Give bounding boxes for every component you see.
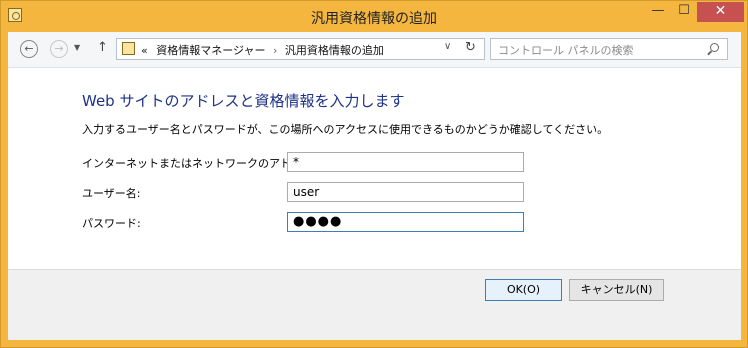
search-icon[interactable] — [710, 43, 719, 52]
address-bar[interactable]: « 資格情報マネージャー › 汎用資格情報の追加 ∨ ↻ — [116, 38, 485, 60]
recent-locations-dropdown[interactable]: ▼ — [74, 43, 80, 52]
navigation-bar: ← → ▼ ↑ « 資格情報マネージャー › 汎用資格情報の追加 ∨ ↻ コント… — [8, 32, 741, 68]
username-input[interactable]: user — [287, 182, 524, 202]
ok-button[interactable]: OK(O) — [485, 279, 562, 301]
forward-button[interactable]: → — [50, 40, 68, 58]
search-placeholder: コントロール パネルの検索 — [498, 44, 634, 57]
address-input[interactable]: * — [287, 152, 524, 172]
breadcrumb: « 資格情報マネージャー › 汎用資格情報の追加 — [141, 42, 384, 58]
password-input[interactable]: ●●●● — [287, 212, 524, 232]
page-heading: Web サイトのアドレスと資格情報を入力します — [82, 92, 405, 110]
back-button[interactable]: ← — [20, 40, 38, 58]
refresh-icon[interactable]: ↻ — [465, 40, 476, 55]
breadcrumb-overflow[interactable]: « — [141, 44, 148, 57]
search-box[interactable]: コントロール パネルの検索 — [490, 38, 728, 60]
cancel-button[interactable]: キャンセル(N) — [569, 279, 664, 301]
dialog-window: 汎用資格情報の追加 — ☐ ✕ ← → ▼ ↑ « 資格情報マネージャー › 汎… — [0, 0, 748, 348]
breadcrumb-add-generic-credential[interactable]: 汎用資格情報の追加 — [285, 44, 384, 57]
username-label: ユーザー名: — [82, 187, 141, 200]
up-button[interactable]: ↑ — [97, 40, 108, 55]
breadcrumb-separator[interactable]: › — [273, 44, 277, 57]
close-button[interactable]: ✕ — [697, 2, 744, 22]
page-description: 入力するユーザー名とパスワードが、この場所へのアクセスに使用できるものかどうか確… — [82, 123, 609, 136]
address-history-chevron-icon[interactable]: ∨ — [444, 41, 451, 52]
address-label: インターネットまたはネットワークのアドレス: — [82, 157, 317, 170]
window-title: 汎用資格情報の追加 — [311, 11, 437, 27]
password-label: パスワード: — [82, 217, 141, 230]
minimize-button[interactable]: — — [645, 2, 671, 22]
breadcrumb-credential-manager[interactable]: 資格情報マネージャー — [156, 44, 265, 57]
title-bar[interactable]: 汎用資格情報の追加 — ☐ ✕ — [1, 1, 747, 32]
control-panel-icon — [122, 42, 135, 55]
maximize-button[interactable]: ☐ — [671, 2, 697, 22]
content-area: ← → ▼ ↑ « 資格情報マネージャー › 汎用資格情報の追加 ∨ ↻ コント… — [8, 32, 741, 340]
